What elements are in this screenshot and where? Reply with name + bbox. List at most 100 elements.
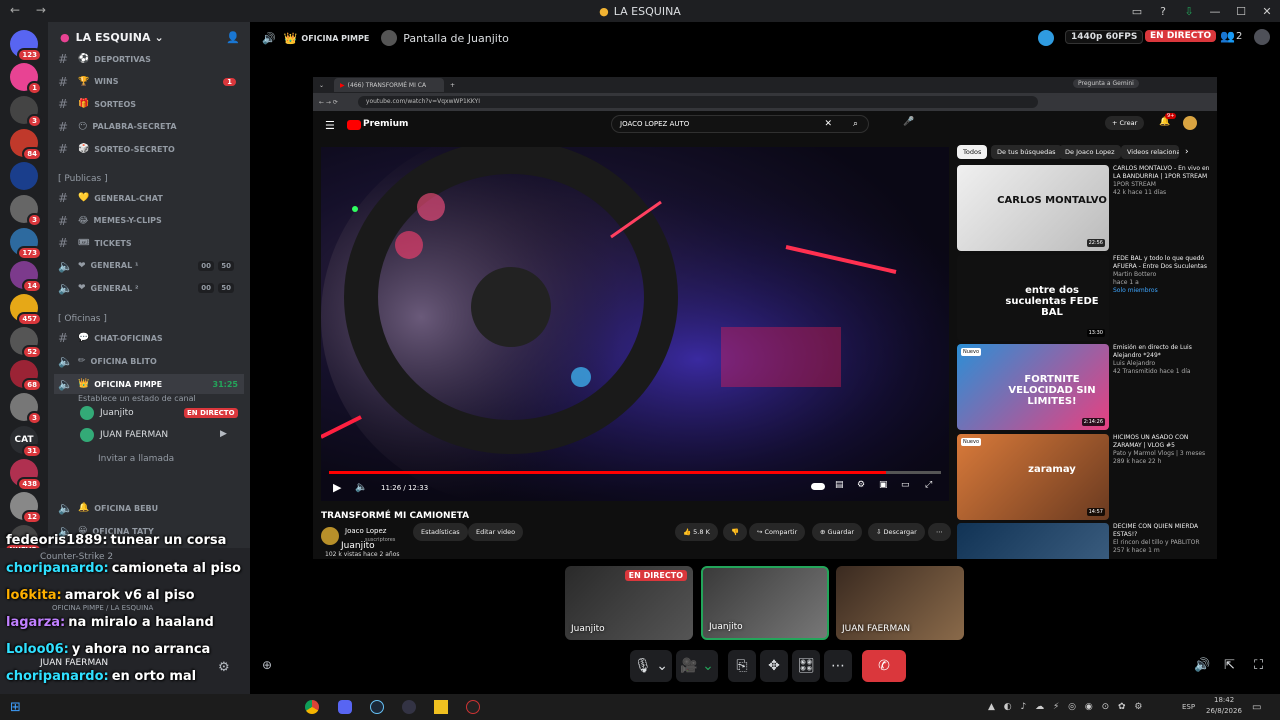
recommendation-text[interactable]: HICIMOS UN ASADO CON ZARAMAY | VLOG #5 Pa… [1113, 434, 1213, 466]
server-icon[interactable]: 3 [10, 195, 42, 227]
maximize-button[interactable]: ☐ [1228, 0, 1254, 22]
steam-icon[interactable] [370, 700, 384, 714]
viewers-icon[interactable]: 👥 [1220, 29, 1235, 43]
clock-date[interactable]: 26/8/2026 [1206, 707, 1242, 715]
disconnect-button[interactable]: ✆ [862, 650, 906, 682]
start-icon[interactable]: ⊞ [10, 700, 21, 715]
camera-button[interactable]: 🎥 ⌄ [676, 650, 718, 682]
server-icon[interactable]: 84 [10, 129, 42, 161]
gemini-button[interactable]: Pregunta a Gemini [1073, 79, 1139, 88]
save-button[interactable]: ⊕ Guardar [812, 523, 862, 541]
like-button[interactable]: 👍 5.8 K [675, 523, 718, 541]
theater-icon[interactable]: ▭ [901, 480, 910, 490]
screen-share-button[interactable]: ⎘ [728, 650, 756, 682]
discord-icon[interactable] [338, 700, 352, 714]
server-icon[interactable]: 438 [10, 459, 42, 491]
app-icon[interactable] [402, 700, 416, 714]
autoplay-toggle[interactable] [811, 483, 825, 490]
channel-status[interactable]: Establece un estado de canal [78, 394, 196, 403]
edit-video-button[interactable]: Editar video [468, 523, 524, 541]
stats-button[interactable]: Estadísticas [413, 523, 468, 541]
app-icon-2[interactable] [434, 700, 448, 714]
minimize-button[interactable]: — [1202, 0, 1228, 22]
server-icon[interactable]: 3 [10, 393, 42, 425]
channel-general-chat[interactable]: # 💛 GENERAL-CHAT [54, 188, 244, 208]
chevron-right-icon[interactable]: › [1185, 147, 1189, 157]
channel-general-[interactable]: 🔈 ❤ GENERAL ¹ 00 50 [54, 256, 244, 276]
voice-user-name[interactable]: Juanjito [100, 408, 134, 418]
server-icon[interactable]: 123 [10, 30, 42, 62]
server-icon[interactable]: 52 [10, 327, 42, 359]
add-app-icon[interactable]: ⊕ [262, 658, 272, 672]
create-button[interactable]: + Crear [1105, 116, 1145, 130]
mic-button[interactable]: 🎙 ⌄ [630, 650, 672, 682]
channel-oficina-blito[interactable]: 🔈 ✏ OFICINA BLITO [54, 351, 244, 371]
chip-searches[interactable]: De tus búsquedas [991, 145, 1062, 159]
dislike-button[interactable]: 👎 [723, 523, 748, 541]
channel-deportivas[interactable]: # ⚽ DEPORTIVAS [54, 49, 244, 69]
channel-tickets[interactable]: # 🎟 TICKETS [54, 233, 244, 253]
close-button[interactable]: ✕ [1254, 0, 1280, 22]
server-icon[interactable]: 12 [10, 492, 42, 524]
soundboard-button[interactable]: 🎛 [792, 650, 820, 682]
video-thumbnail[interactable]: zaramay Nuevo 14:57 [957, 433, 1109, 520]
recommendation-text[interactable]: Emisión en directo de Luis Alejandro *24… [1113, 344, 1213, 376]
youtube-logo-icon[interactable] [347, 120, 361, 130]
help-icon[interactable]: ? [1150, 0, 1176, 22]
video-thumbnail[interactable]: CARLOS MONTALVO 22:56 [957, 165, 1109, 251]
youtube-logo[interactable]: Premium [363, 119, 408, 129]
volume-icon[interactable]: 🔈 [355, 482, 367, 493]
category-oficinas[interactable]: [ Oficinas ] [58, 314, 107, 324]
mic-icon[interactable]: 🎤 [903, 117, 914, 127]
server-icon[interactable]: 3 [10, 96, 42, 128]
channel-general-[interactable]: 🔈 ❤ GENERAL ² 00 50 [54, 278, 244, 298]
globe-icon[interactable] [1038, 30, 1054, 46]
category-publicas[interactable]: [ Publicas ] [58, 174, 108, 184]
search-icon[interactable]: ⌕ [853, 116, 858, 133]
search-input[interactable]: JOACO LOPEZ AUTO ✕ ⌕ [611, 115, 869, 133]
chip-related[interactable]: Videos relacionados [1121, 145, 1179, 159]
video-player[interactable]: ▶ 🔈 11:26 / 12:33 ▤ ⚙ ▣ ▭ ⤢ [321, 147, 949, 501]
download-icon[interactable]: ⇩ [1176, 0, 1202, 22]
channel-oficina-bebu[interactable]: 🔈 🔔 OFICINA BEBU [54, 498, 244, 518]
recommendation-text[interactable]: FEDE BAL y todo lo que quedó AFUERA - En… [1113, 255, 1213, 295]
share-button[interactable]: ↪ Compartir [749, 523, 806, 541]
channel-sorteos[interactable]: # 🎁 SORTEOS [54, 94, 244, 114]
menu-icon[interactable]: ☰ [325, 119, 335, 132]
clear-icon[interactable]: ✕ [824, 116, 832, 133]
participant-tile[interactable]: JUAN FAERMAN [836, 566, 964, 640]
server-icon[interactable]: 68 [10, 360, 42, 392]
chrome-icon[interactable] [305, 700, 319, 714]
video-thumbnail[interactable]: entre dos suculentas FEDE BAL 13:30 [957, 254, 1109, 341]
server-icon[interactable]: 173 [10, 228, 42, 260]
recommendation-text[interactable]: CARLOS MONTALVO - En vivo en LA BANDURRI… [1113, 165, 1213, 197]
inbox-icon[interactable]: ▭ [1124, 0, 1150, 22]
channel-wins[interactable]: # 🏆 WINS 1 [54, 72, 244, 92]
avatar[interactable] [1183, 116, 1197, 130]
participant-tile[interactable]: Juanjito [701, 566, 829, 640]
invite-link[interactable]: Invitar a llamada [98, 454, 174, 464]
subtitles-icon[interactable]: ▤ [835, 480, 844, 490]
fullscreen-icon[interactable]: ⤢ [925, 480, 932, 490]
tray-icons[interactable]: ▲ ◐ ♪ ☁ ⚡ ◎ ◉ ⊙ ✿ ⚙ [988, 702, 1145, 712]
channel-sorteo-secreto[interactable]: # 🎲 SORTEO-SECRETO [54, 139, 244, 159]
server-icon[interactable] [10, 162, 38, 190]
back-forward-icon[interactable]: ← → [10, 3, 52, 17]
back-icon[interactable]: ← → ⟳ [319, 99, 338, 106]
settings-icon[interactable]: ⚙ [857, 480, 865, 490]
chip-all[interactable]: Todos [957, 145, 988, 159]
server-icon[interactable]: 457 [10, 294, 42, 326]
notification-icon[interactable]: ▭ [1252, 702, 1261, 713]
activities-button[interactable]: ✥ [760, 650, 788, 682]
recommendation-text[interactable]: DECIME CON QUIEN MIERDA ESTAS!? El rincon… [1113, 523, 1213, 555]
server-icon[interactable]: CAT 31 [10, 426, 42, 458]
video-thumbnail[interactable]: FORTNITE VELOCIDAD SIN LIMITES! Nuevo 2:14… [957, 344, 1109, 430]
voice-user-name[interactable]: JUAN FAERMAN [100, 430, 168, 440]
progress-track[interactable] [329, 471, 941, 474]
settings-icon[interactable]: ⚙ [218, 660, 230, 675]
app-icon-3[interactable] [466, 700, 480, 714]
channel-palabra-secreta[interactable]: # 😶 PALABRA-SECRETA [54, 117, 244, 137]
channel-chat-oficinas[interactable]: # 💬 CHAT-OFICINAS [54, 328, 244, 348]
more-button[interactable]: ⋯ [928, 523, 951, 541]
add-member-icon[interactable]: 👤 [226, 31, 240, 44]
